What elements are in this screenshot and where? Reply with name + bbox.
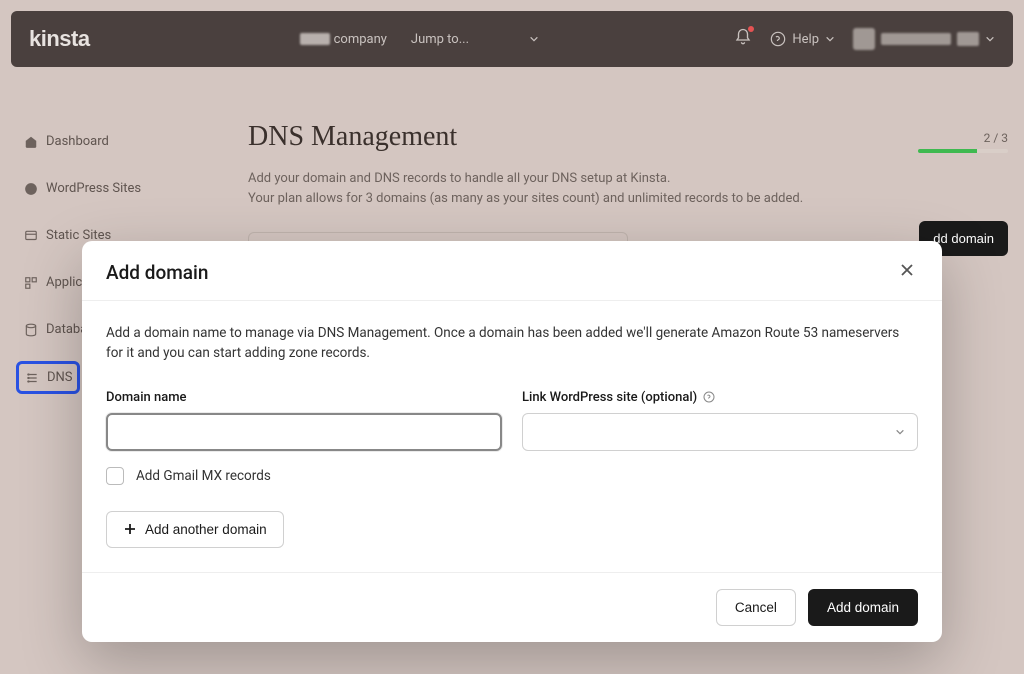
avatar	[853, 28, 875, 50]
chevron-down-icon	[529, 34, 539, 44]
notification-dot	[748, 26, 754, 32]
modal-body: Add a domain name to manage via DNS Mana…	[82, 301, 942, 572]
modal-description: Add a domain name to manage via DNS Mana…	[106, 323, 918, 364]
wordpress-icon	[24, 182, 38, 196]
plus-icon	[123, 522, 137, 536]
add-another-label: Add another domain	[145, 522, 267, 537]
jumpto-label: Jump to...	[411, 32, 469, 47]
link-wordpress-select[interactable]	[522, 413, 918, 451]
sidebar-item-dns[interactable]: DNS	[16, 361, 80, 394]
page-desc-line1: Add your domain and DNS records to handl…	[248, 169, 1008, 189]
progress-bar	[918, 149, 1008, 153]
modal-header: Add domain	[82, 241, 942, 301]
domain-name-input[interactable]	[106, 413, 502, 451]
modal-footer: Cancel Add domain	[82, 572, 942, 642]
database-icon	[24, 323, 38, 337]
gmail-mx-label: Add Gmail MX records	[136, 468, 271, 484]
company-blur	[300, 33, 330, 45]
add-another-domain-button[interactable]: Add another domain	[106, 511, 284, 548]
domain-name-label: Domain name	[106, 390, 502, 405]
modal-title: Add domain	[106, 261, 208, 284]
help-icon	[770, 31, 786, 47]
sidebar-item-dashboard[interactable]: Dashboard	[16, 126, 206, 157]
link-wordpress-label: Link WordPress site (optional)	[522, 390, 918, 405]
dns-icon	[25, 371, 39, 385]
progress-indicator: 2 / 3	[918, 131, 1008, 153]
notifications-button[interactable]	[734, 28, 752, 50]
page-title: DNS Management	[248, 121, 1008, 153]
sidebar-item-wordpress[interactable]: WordPress Sites	[16, 173, 206, 204]
jumpto-dropdown[interactable]: Jump to...	[411, 32, 539, 47]
flag-blur	[957, 32, 979, 46]
company-label: company	[334, 32, 387, 47]
help-dropdown[interactable]: Help	[770, 31, 835, 47]
chevron-down-icon	[895, 427, 905, 437]
gmail-mx-checkbox[interactable]	[106, 467, 124, 485]
static-sites-icon	[24, 229, 38, 243]
chevron-down-icon	[985, 34, 995, 44]
chevron-down-icon	[825, 34, 835, 44]
close-button[interactable]	[896, 261, 918, 282]
sidebar-item-label: DNS	[47, 370, 73, 385]
company-selector[interactable]: company	[300, 32, 387, 47]
sidebar-item-label: Dashboard	[46, 134, 109, 149]
close-icon	[900, 263, 914, 277]
page-desc-line2: Your plan allows for 3 domains (as many …	[248, 189, 1008, 209]
add-domain-submit-button[interactable]: Add domain	[808, 589, 918, 626]
help-icon[interactable]	[703, 391, 715, 403]
account-name-blur	[881, 33, 951, 45]
cancel-button[interactable]: Cancel	[716, 589, 796, 626]
progress-fill	[918, 149, 977, 153]
sidebar-item-label: WordPress Sites	[46, 181, 141, 196]
account-dropdown[interactable]	[853, 28, 995, 50]
logo: kinsta	[29, 26, 90, 52]
progress-text: 2 / 3	[918, 131, 1008, 145]
top-header: kinsta company Jump to... Help	[11, 11, 1013, 67]
home-icon	[24, 135, 38, 149]
applications-icon	[24, 276, 38, 290]
help-label: Help	[792, 32, 819, 47]
add-domain-modal: Add domain Add a domain name to manage v…	[82, 241, 942, 642]
